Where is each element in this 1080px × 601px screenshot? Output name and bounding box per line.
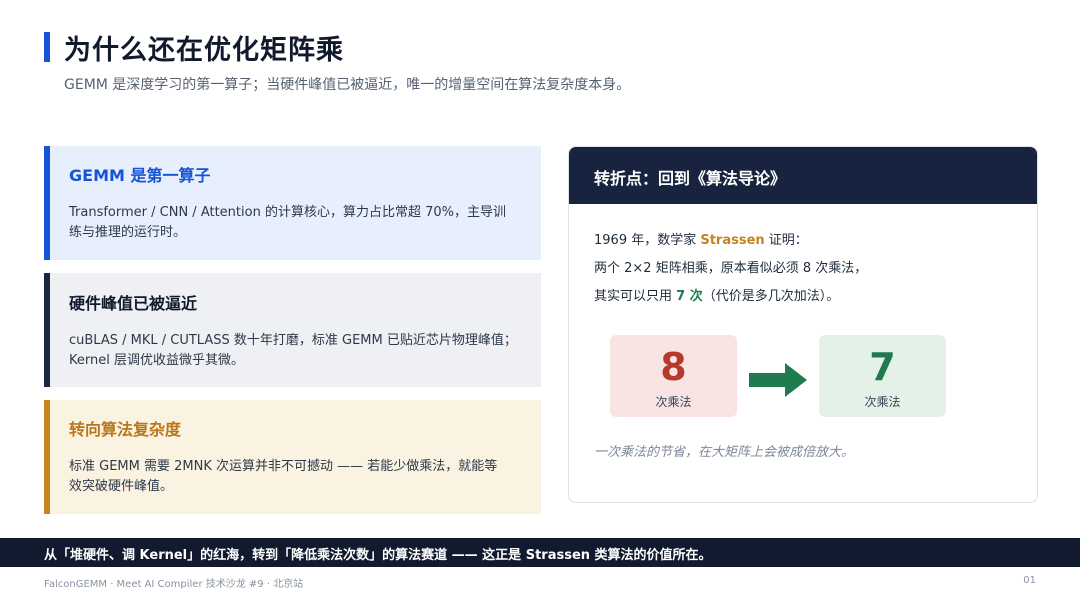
text-span: 1969 年，数学家 [594,233,701,248]
bottom-banner: 从「堆硬件、调 Kernel」的红海，转到「降低乘法次数」的算法赛道 —— 这正… [0,538,1080,567]
card-title: GEMM 是第一算子 [69,166,211,185]
card-body-line: Transformer / CNN / Attention 的计算核心，算力占比… [69,205,506,220]
after-value: 7 [869,345,896,389]
card-body-line: Kernel 层调优收益微乎其微。 [69,353,244,368]
card-body-line: 练与推理的运行时。 [69,225,187,240]
strassen-highlight: Strassen [700,233,765,248]
card-body-line: cuBLAS / MKL / CUTLASS 数十年打磨，标准 GEMM 已贴近… [69,333,517,348]
page-title: 为什么还在优化矩阵乘 [64,34,344,66]
arrow-right-icon [749,363,807,397]
after-multiplications-box: 7 次乘法 [819,335,946,417]
seven-highlight: 7 次 [676,289,703,304]
panel-line-1: 1969 年，数学家 Strassen 证明： [594,227,867,255]
turning-point-panel: 转折点：回到《算法导论》 1969 年，数学家 Strassen 证明： 两个 … [568,146,1038,503]
panel-text: 1969 年，数学家 Strassen 证明： 两个 2×2 矩阵相乘，原本看似… [594,227,867,311]
text-span: 其实可以只用 [594,289,677,304]
card-title: 硬件峰值已被逼近 [69,294,198,313]
card-gemm-first-op: GEMM 是第一算子 Transformer / CNN / Attention… [44,146,541,260]
title-wrap: 为什么还在优化矩阵乘 [44,30,344,66]
title-accent-bar [44,32,50,62]
page-number: 01 [1023,575,1036,586]
card-algorithm-complexity: 转向算法复杂度 标准 GEMM 需要 2MNK 次运算并非不可撼动 —— 若能少… [44,400,541,514]
card-body: cuBLAS / MKL / CUTLASS 数十年打磨，标准 GEMM 已贴近… [69,331,521,371]
card-title: 转向算法复杂度 [69,420,182,439]
card-body-line: 效突破硬件峰值。 [69,479,174,494]
footer-event: FalconGEMM · Meet AI Compiler 技术沙龙 #9 · … [44,579,304,590]
panel-line-2: 两个 2×2 矩阵相乘，原本看似必须 8 次乘法， [594,261,868,276]
before-multiplications-box: 8 次乘法 [610,335,737,417]
text-span: 证明： [764,233,808,248]
panel-title: 转折点：回到《算法导论》 [569,147,1037,204]
page-subtitle: GEMM 是深度学习的第一算子；当硬件峰值已被逼近，唯一的增量空间在算法复杂度本… [64,77,631,93]
after-label: 次乘法 [864,395,901,409]
card-hardware-peak: 硬件峰值已被逼近 cuBLAS / MKL / CUTLASS 数十年打磨，标准… [44,273,541,387]
text-span: （代价是多几次加法）。 [702,289,840,304]
before-value: 8 [660,345,687,389]
before-label: 次乘法 [655,395,692,409]
panel-note: 一次乘法的节省，在大矩阵上会被成倍放大。 [594,445,855,460]
card-body: Transformer / CNN / Attention 的计算核心，算力占比… [69,203,521,243]
card-body-line: 标准 GEMM 需要 2MNK 次运算并非不可撼动 —— 若能少做乘法，就能等 [69,459,498,474]
panel-line-3: 其实可以只用 7 次（代价是多几次加法）。 [594,283,867,311]
card-body: 标准 GEMM 需要 2MNK 次运算并非不可撼动 —— 若能少做乘法，就能等 … [69,457,521,497]
